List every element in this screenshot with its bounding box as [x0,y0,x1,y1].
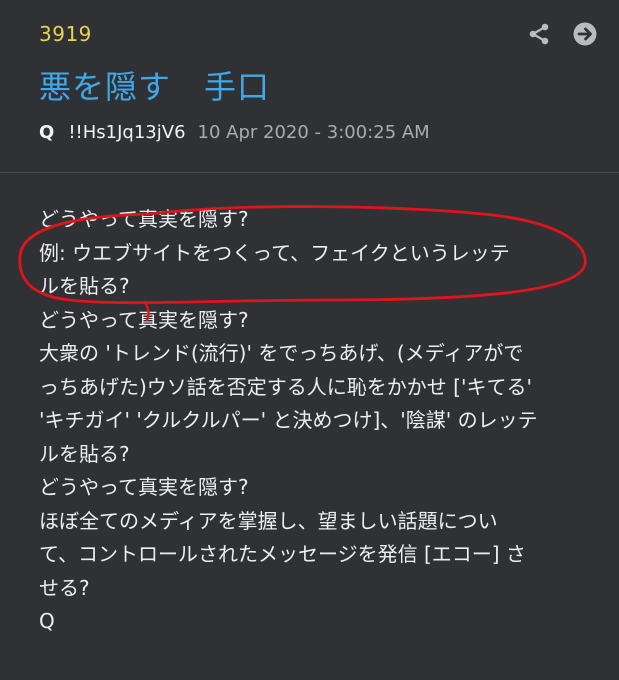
post-date: 10 Apr 2020 - 3:00:25 AM [197,122,430,143]
author-tripcode: !!Hs1Jq13jV6 [68,122,186,143]
author-name: Q [39,122,55,143]
post-actions [525,20,599,48]
post-header: 3919 悪を隠す 手口 Q !!Hs1Jq13jV6 10 Apr 2020 … [0,0,619,172]
body-line: 大衆の 'トレンド(流行)' をでっちあげ、(メディアがで [39,341,524,365]
body-line: どうやって真実を隠す? [39,475,249,499]
body-line: どうやって真実を隠す? [39,207,249,231]
body-line: 例: ウエブサイトをつくって、フェイクというレッテ [39,240,510,265]
body-line: ほぼ全てのメディアを掌握し、望ましい話題につい [39,508,498,533]
share-icon[interactable] [525,20,553,48]
post-number[interactable]: 3919 [39,22,92,46]
body-line: Q [39,609,55,633]
post-body: どうやって真実を隠す? 例: ウエブサイトをつくって、フェイクというレッテ ルを… [39,203,599,639]
body-line: せる? [39,575,90,600]
body-line: どうやって真実を隠す? [39,307,249,332]
body-line: ルを貼る? [39,441,130,466]
body-line: 'キチガイ' 'クルクルパー' と決めつけ]、'陰謀' のレッテ [39,408,538,432]
header-divider [0,172,619,173]
body-line: っちあげた)ウソ話を否定する人に恥をかかせ ['キてる' [39,374,532,399]
post-card: 3919 悪を隠す 手口 Q !!Hs1Jq13jV6 10 Apr 2020 … [0,0,619,680]
post-title: 悪を隠す 手口 [39,68,271,106]
author-line: Q !!Hs1Jq13jV6 10 Apr 2020 - 3:00:25 AM [39,122,430,143]
arrow-right-circle-icon[interactable] [571,20,599,48]
body-line: て、コントロールされたメッセージを発信 [エコー] さ [39,542,526,566]
body-line: ルを貼る? [39,274,130,298]
